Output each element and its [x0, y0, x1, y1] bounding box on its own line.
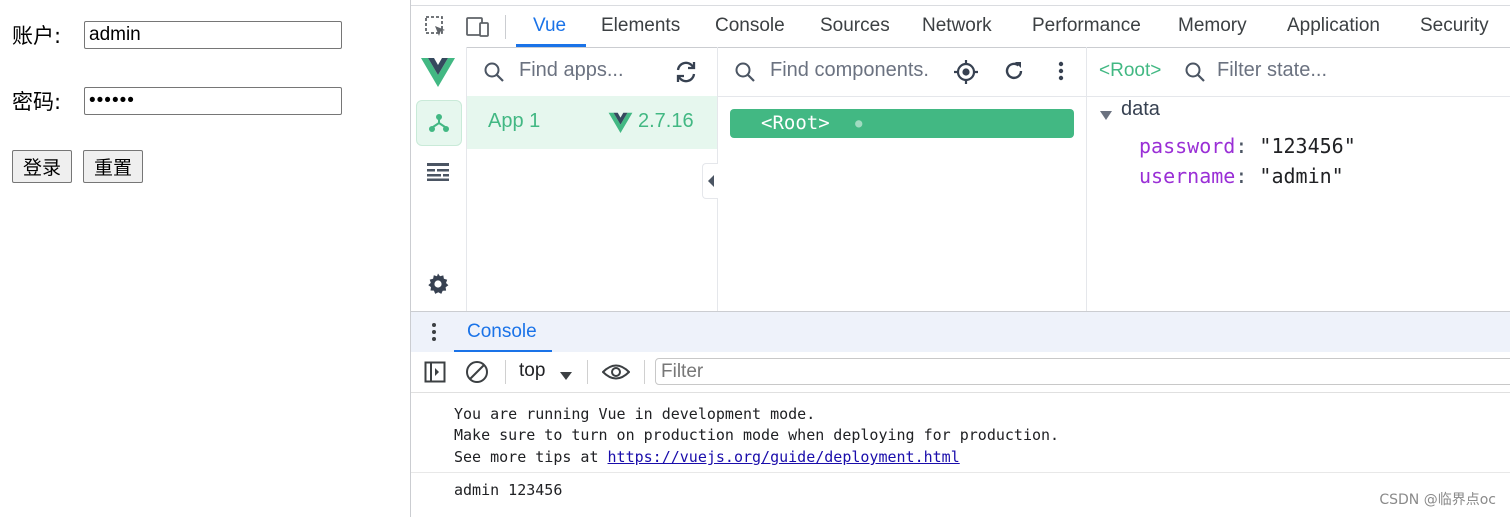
live-expression-eye-icon[interactable]: [601, 357, 631, 387]
console-output: You are running Vue in development mode.…: [411, 393, 1510, 517]
tab-console[interactable]: Console: [715, 6, 785, 47]
tab-security[interactable]: Security: [1420, 6, 1489, 47]
components-search-bar: Find components...: [718, 47, 1086, 97]
select-component-target-icon[interactable]: [953, 59, 979, 89]
tabbar-divider: [505, 15, 506, 39]
apps-search-bar: Find apps...: [467, 47, 717, 97]
root-component-label: <Root>: [761, 112, 830, 134]
tab-sources[interactable]: Sources: [820, 6, 890, 47]
search-icon: [483, 61, 505, 87]
log-divider: [411, 472, 1510, 473]
web-page: 账户: 密码: 登录 重置: [0, 0, 410, 517]
vue-version: 2.7.16: [638, 110, 694, 132]
password-row: 密码:: [12, 86, 342, 116]
log-message: See more tips at https://vuejs.org/guide…: [454, 448, 960, 466]
state-section-title: data: [1121, 98, 1160, 120]
toolbar-divider: [644, 360, 645, 384]
dropdown-arrow-icon[interactable]: [560, 366, 572, 385]
username-row: 账户:: [12, 20, 342, 50]
drawer-tabbar: Console: [411, 311, 1510, 353]
drawer-menu-icon[interactable]: [431, 322, 437, 346]
devtools-tabbar: Vue Elements Console Sources Network Per…: [411, 5, 1510, 48]
csdn-watermark: CSDN @临界点oc: [1379, 492, 1496, 508]
log-output-line: admin 123456: [454, 481, 563, 499]
tab-application[interactable]: Application: [1287, 6, 1380, 47]
username-input[interactable]: [84, 21, 342, 49]
tab-performance[interactable]: Performance: [1032, 6, 1141, 47]
tab-network[interactable]: Network: [922, 6, 992, 47]
apps-search-input[interactable]: Find apps...: [519, 59, 669, 82]
settings-gear-icon[interactable]: [416, 262, 460, 306]
components-pane: Find components... <Root> ●: [718, 47, 1087, 311]
state-value[interactable]: "admin": [1259, 164, 1343, 188]
state-value[interactable]: "123456": [1259, 134, 1355, 158]
refresh-apps-icon[interactable]: [673, 59, 699, 89]
tab-elements[interactable]: Elements: [601, 6, 680, 47]
log-message: Make sure to turn on production mode whe…: [454, 426, 1060, 444]
console-toolbar: top Filter: [411, 352, 1510, 393]
tab-vue[interactable]: Vue: [533, 6, 566, 47]
password-input[interactable]: [84, 87, 342, 115]
reset-button[interactable]: 重置: [83, 150, 144, 183]
toolbar-divider: [587, 360, 588, 384]
components-search-input[interactable]: Find components...: [770, 59, 928, 82]
device-toolbar-icon[interactable]: [463, 12, 493, 42]
context-selector[interactable]: top: [519, 360, 545, 382]
username-label: 账户:: [12, 24, 62, 48]
log-message: You are running Vue in development mode.: [454, 405, 816, 423]
inspect-element-icon[interactable]: [421, 12, 451, 42]
drawer-tab-console[interactable]: Console: [467, 321, 537, 343]
log-text: See more tips at: [454, 448, 608, 466]
state-filter-input[interactable]: Filter state...: [1217, 59, 1417, 82]
state-key: username: [1139, 164, 1236, 188]
state-search-bar: <Root> Filter state...: [1087, 47, 1510, 97]
app-name: App 1: [488, 110, 541, 132]
clear-console-icon[interactable]: [462, 357, 492, 387]
state-key: password: [1139, 134, 1236, 158]
collapse-pane-handle[interactable]: [702, 163, 718, 199]
vue-version-icon: [608, 112, 633, 137]
selected-component-label: <Root>: [1099, 60, 1162, 81]
search-icon: [734, 61, 756, 87]
refresh-components-icon[interactable]: [1002, 59, 1026, 87]
timeline-icon[interactable]: [416, 150, 460, 194]
state-inspector-pane: <Root> Filter state... data password: "1…: [1087, 47, 1510, 311]
toolbar-divider: [505, 360, 506, 384]
password-label: 密码:: [12, 90, 62, 114]
sidebar-toggle-icon[interactable]: [420, 357, 450, 387]
more-options-icon[interactable]: [1058, 60, 1064, 86]
tab-memory[interactable]: Memory: [1178, 6, 1247, 47]
apps-pane: Find apps... App 1 2.7.16: [467, 47, 718, 311]
state-row-username: username: "admin": [1139, 164, 1344, 188]
vue-logo-icon: [416, 50, 460, 94]
vue-sidebar: [411, 47, 467, 311]
expand-triangle-icon[interactable]: [1100, 106, 1112, 125]
login-button[interactable]: 登录: [12, 150, 73, 183]
deployment-guide-link[interactable]: https://vuejs.org/guide/deployment.html: [608, 448, 960, 466]
vue-devtools-panel: Find apps... App 1 2.7.16 Find component…: [411, 47, 1510, 311]
search-icon: [1184, 61, 1206, 87]
devtools-window: Vue Elements Console Sources Network Per…: [410, 0, 1510, 517]
components-tree-icon[interactable]: [416, 100, 462, 146]
root-component-node[interactable]: <Root> ●: [730, 109, 1074, 138]
component-dot-icon: ●: [855, 116, 863, 130]
app-list-item[interactable]: App 1 2.7.16: [467, 96, 717, 149]
console-filter-input[interactable]: Filter: [655, 358, 1510, 385]
state-row-password: password: "123456": [1139, 134, 1356, 158]
